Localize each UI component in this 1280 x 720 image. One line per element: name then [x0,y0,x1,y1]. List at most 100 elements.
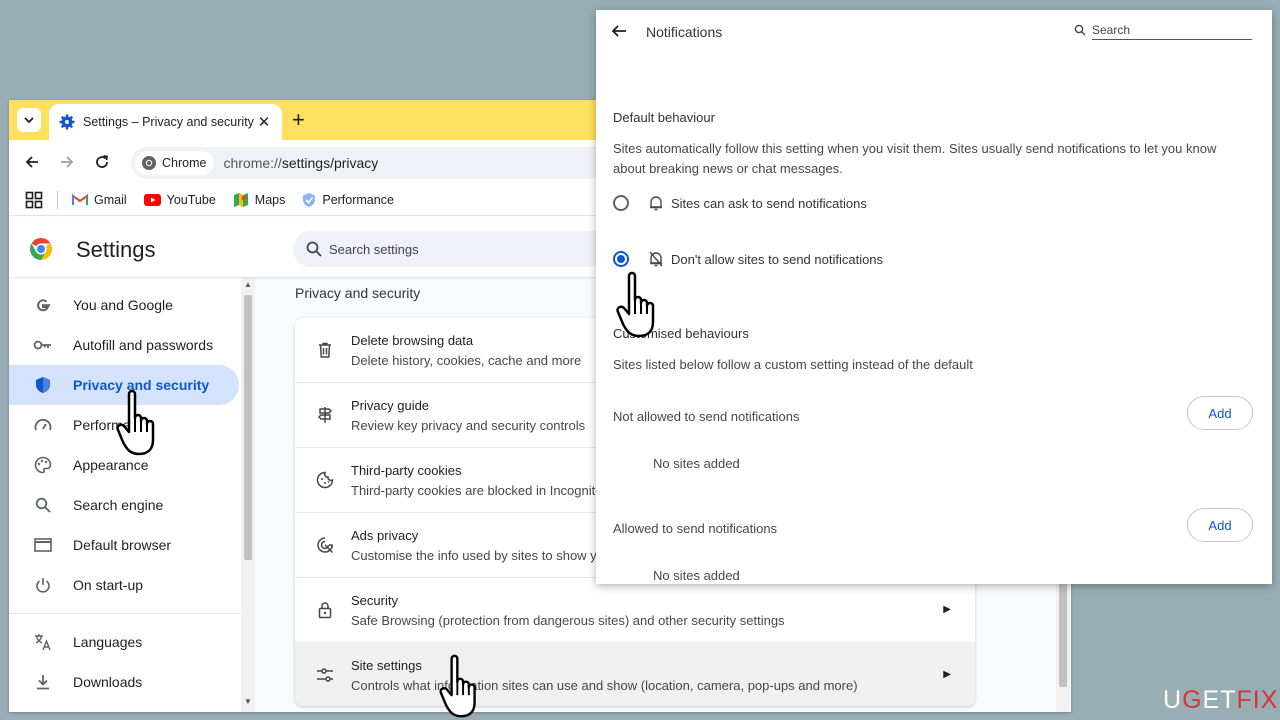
notifications-settings-panel: Notifications Search Default behaviour S… [596,10,1272,584]
sidebar-item-label: You and Google [73,297,173,313]
bookmark-label: Gmail [94,192,127,207]
trash-icon [315,340,335,360]
row-title: Delete browsing data [351,333,474,348]
browser-window-icon [33,535,53,555]
sidebar-divider [9,613,241,614]
row-subtitle: Customise the info used by sites to show… [351,548,636,563]
row-subtitle: Review key privacy and security controls [351,418,586,433]
forward-button[interactable] [56,151,78,173]
google-icon [33,295,53,315]
tab-settings[interactable]: Settings – Privacy and security ✕ [49,104,282,140]
sidebar-item-you-and-google[interactable]: You and Google [9,285,239,325]
key-icon [33,335,53,355]
scroll-down-icon[interactable]: ▼ [244,697,252,706]
bookmark-youtube[interactable]: YouTube [143,192,216,207]
sidebar-item-label: Downloads [73,674,143,690]
hand-pointer-icon [439,654,476,718]
watermark-part: ET [1202,686,1237,714]
youtube-icon [143,193,161,206]
bookmark-gmail[interactable]: Gmail [72,193,127,207]
row-subtitle: Delete history, cookies, cache and more [351,353,582,368]
not-allowed-label: Not allowed to send notifications [613,409,800,424]
reload-button[interactable] [91,151,113,173]
row-title: Privacy guide [351,398,430,413]
search-placeholder: Search settings [329,241,419,257]
site-info-chip[interactable]: Chrome [135,151,215,175]
watermark-part: U [1163,686,1183,714]
tab-search-button[interactable] [17,108,41,132]
row-security[interactable]: Security Safe Browsing (protection from … [295,578,975,643]
close-tab-icon[interactable]: ✕ [256,113,272,131]
ads-target-icon [315,535,335,555]
sidebar-item-on-startup[interactable]: On start-up [9,565,239,605]
watermark-part: FIX [1236,686,1279,714]
sliders-icon [315,665,335,685]
option-label: Don't allow sites to send notifications [671,251,884,267]
row-title: Security [351,593,398,608]
chevron-down-icon [24,117,34,124]
maps-icon [233,192,248,207]
search-icon [33,495,53,515]
bookmark-label: YouTube [166,192,216,207]
search-settings-input[interactable]: Search settings [293,231,623,267]
cookie-icon [315,470,335,490]
option-sites-can-ask[interactable]: Sites can ask to send notifications [613,193,867,213]
new-tab-button[interactable]: + [292,109,305,131]
panel-title: Notifications [646,24,723,40]
arrow-left-icon [25,156,38,168]
bookmark-label: Performance [322,192,394,207]
gmail-icon [72,193,88,205]
row-subtitle: Controls what information sites can use … [351,678,858,693]
lock-icon [315,600,335,620]
performance-icon [303,192,316,207]
watermark-part: G [1182,686,1203,714]
speedometer-icon [33,415,53,435]
sidebar-item-label: On start-up [73,577,144,593]
row-site-settings[interactable]: Site settings Controls what information … [295,643,975,706]
url-prefix: chrome:// [223,155,282,171]
sidebar-item-languages[interactable]: Languages [9,622,239,662]
power-icon [33,575,53,595]
tab-title: Settings – Privacy and security [83,115,254,129]
no-sites-allowed: No sites added [653,568,740,583]
row-subtitle: Safe Browsing (protection from dangerous… [351,613,785,628]
search-placeholder: Search [1092,23,1131,37]
panel-search-input[interactable]: Search [1074,21,1254,40]
chrome-logo-icon [30,238,52,260]
add-allowed-button[interactable]: Add [1187,508,1253,542]
back-arrow-icon[interactable] [610,22,628,40]
row-title: Ads privacy [351,528,419,543]
sidebar-item-default-browser[interactable]: Default browser [9,525,239,565]
bookmark-maps[interactable]: Maps [233,192,285,208]
signpost-icon [315,405,335,425]
arrow-right-icon [61,156,74,168]
bookmarks-divider [57,190,58,209]
chip-label: Chrome [162,156,207,170]
sidebar-scroll-thumb[interactable] [244,295,252,560]
bookmark-performance[interactable]: Performance [302,192,394,208]
add-not-allowed-button[interactable]: Add [1187,396,1253,430]
sidebar-item-search-engine[interactable]: Search engine [9,485,239,525]
chevron-right-icon: ▶ [943,669,951,680]
customised-behaviours-description: Sites listed below follow a custom setti… [613,357,973,372]
row-title: Third-party cookies [351,463,462,478]
sidebar-item-label: Autofill and passwords [73,337,214,353]
sidebar-item-autofill[interactable]: Autofill and passwords [9,325,239,365]
radio-sites-can-ask[interactable] [613,195,629,211]
apps-grid-icon[interactable] [25,191,43,209]
sidebar-item-label: Appearance [73,457,149,473]
chevron-right-icon: ▶ [943,604,951,615]
sidebar-item-label: Search engine [73,497,164,513]
sidebar-scrollbar[interactable]: ▲ ▼ [241,277,255,712]
option-dont-allow[interactable]: Don't allow sites to send notifications [613,249,883,269]
page-title: Settings [76,237,156,262]
sidebar-item-downloads[interactable]: Downloads [9,662,239,702]
option-label: Sites can ask to send notifications [671,195,867,211]
back-button[interactable] [21,151,43,173]
radio-dont-allow[interactable] [613,251,629,267]
search-icon [306,241,322,257]
sidebar-item-label: Default browser [73,537,172,553]
ugetfix-watermark: UGETFIX [1163,686,1278,715]
scroll-up-icon[interactable]: ▲ [244,280,252,289]
allowed-label: Allowed to send notifications [613,521,778,536]
